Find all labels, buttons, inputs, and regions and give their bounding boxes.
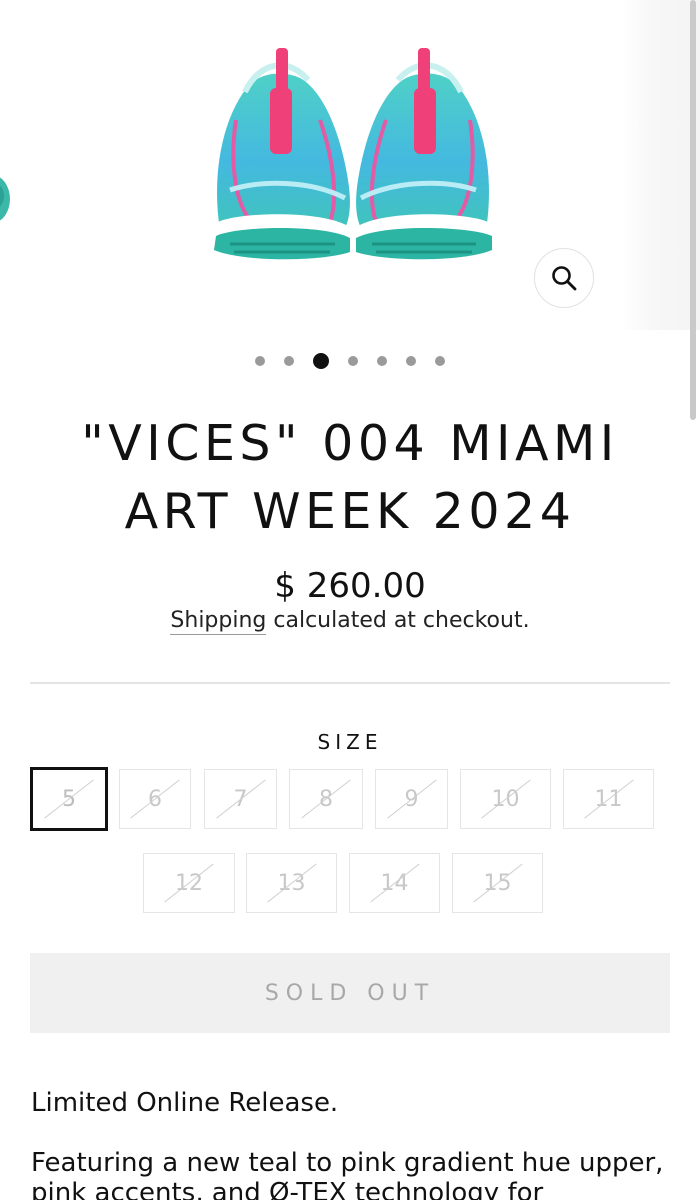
size-option-8[interactable]: 8 xyxy=(289,769,363,829)
size-option-10[interactable]: 10 xyxy=(460,769,551,829)
right-shoe xyxy=(356,48,492,260)
size-option-13[interactable]: 13 xyxy=(246,853,337,913)
sold-out-button[interactable]: SOLD OUT xyxy=(30,953,670,1033)
gallery-dot-7[interactable] xyxy=(435,356,445,366)
gallery-dot-2[interactable] xyxy=(284,356,294,366)
size-option-11[interactable]: 11 xyxy=(563,769,654,829)
size-option-9[interactable]: 9 xyxy=(375,769,448,829)
product-image xyxy=(214,48,492,260)
size-option-5[interactable]: 5 xyxy=(30,767,108,831)
shipping-note-text: calculated at checkout. xyxy=(266,608,530,633)
gallery-dot-5[interactable] xyxy=(377,356,387,366)
size-option-7[interactable]: 7 xyxy=(204,769,277,829)
description-line-2: Featuring a new teal to pink gradient hu… xyxy=(31,1148,664,1200)
gallery-dot-1[interactable] xyxy=(255,356,265,366)
size-option-12[interactable]: 12 xyxy=(143,853,235,913)
gallery-dot-4[interactable] xyxy=(348,356,358,366)
size-option-14[interactable]: 14 xyxy=(349,853,440,913)
next-image-peek[interactable] xyxy=(622,0,700,330)
zoom-button[interactable] xyxy=(534,248,594,308)
size-option-15[interactable]: 15 xyxy=(452,853,543,913)
size-label: SIZE xyxy=(317,730,383,754)
shipping-link[interactable]: Shipping xyxy=(170,608,267,635)
product-image-gallery[interactable] xyxy=(0,0,700,330)
shipping-note: Shipping calculated at checkout. xyxy=(0,608,700,635)
previous-image-peek[interactable] xyxy=(0,168,12,230)
product-price: $ 260.00 xyxy=(274,566,426,606)
gallery-dot-3-active[interactable] xyxy=(313,353,329,369)
product-title: "VICES" 004 MIAMI ART WEEK 2024 xyxy=(81,415,619,540)
size-option-6[interactable]: 6 xyxy=(119,769,191,829)
search-icon xyxy=(552,266,577,291)
gallery-pagination xyxy=(0,350,700,372)
gallery-dot-6[interactable] xyxy=(406,356,416,366)
left-shoe xyxy=(214,48,350,260)
divider xyxy=(30,682,670,684)
description-line-1: Limited Online Release. xyxy=(31,1088,339,1118)
